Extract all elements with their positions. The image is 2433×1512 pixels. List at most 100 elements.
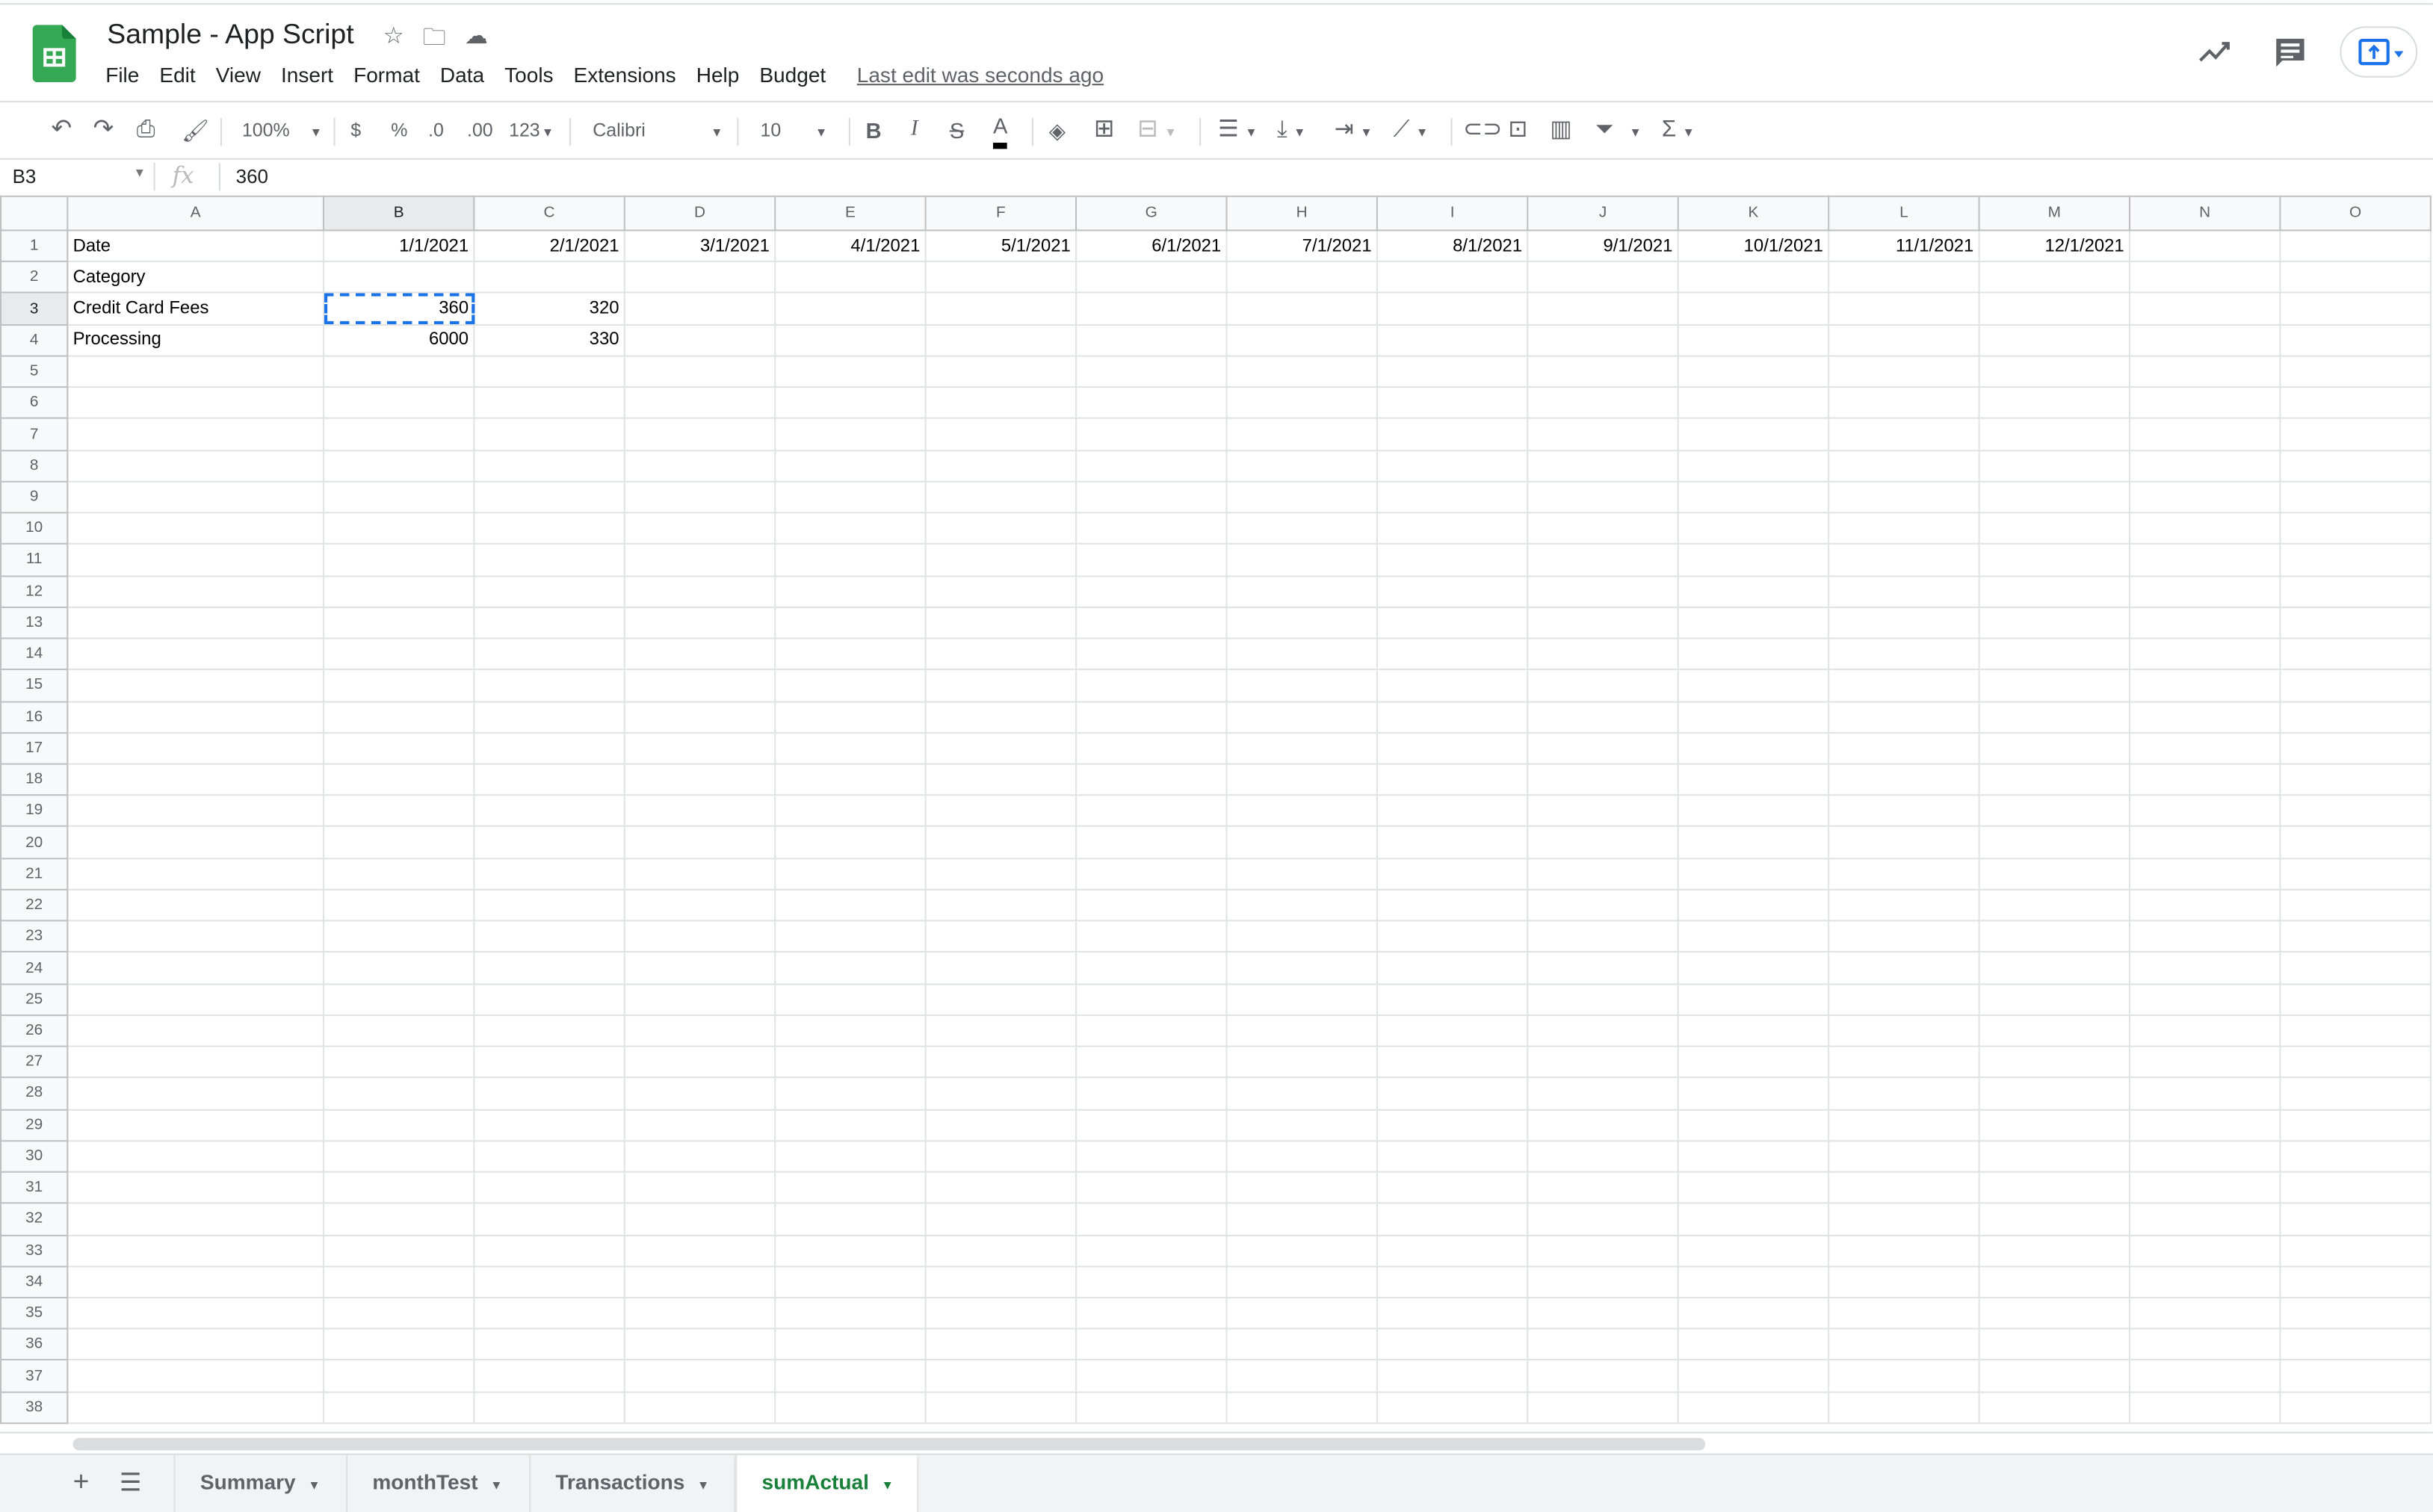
cell-j28[interactable] [1527,1076,1679,1110]
increase-decimal-button[interactable]: .00 [467,108,493,152]
cell-o24[interactable] [2279,951,2432,985]
cell-c9[interactable] [473,480,625,514]
cell-b30[interactable] [322,1139,475,1173]
row-header-24[interactable]: 24 [0,951,69,985]
cell-a7[interactable] [67,418,324,451]
cell-d8[interactable] [623,449,776,483]
cell-j3[interactable] [1527,292,1679,326]
cell-m3[interactable] [1978,292,2131,326]
cell-e38[interactable] [774,1390,927,1425]
cell-j35[interactable] [1527,1296,1679,1330]
cell-i14[interactable] [1376,637,1529,671]
cell-k10[interactable] [1677,512,1830,545]
cell-b6[interactable] [322,386,475,420]
cell-k36[interactable] [1677,1327,1830,1362]
row-header-26[interactable]: 26 [0,1014,69,1047]
cell-c8[interactable] [473,449,625,483]
cell-e4[interactable] [774,323,927,357]
cell-f10[interactable] [924,512,1078,545]
cell-e15[interactable] [774,669,927,702]
cell-c13[interactable] [473,606,625,639]
cell-n6[interactable] [2128,386,2281,420]
cell-h26[interactable] [1225,1014,1378,1047]
cell-k5[interactable] [1677,355,1830,388]
cell-g12[interactable] [1075,574,1228,608]
cell-i19[interactable] [1376,794,1529,828]
cell-n22[interactable] [2128,888,2281,922]
cell-e35[interactable] [774,1296,927,1330]
cell-e21[interactable] [774,857,927,890]
cell-d7[interactable] [623,418,776,451]
cell-m34[interactable] [1978,1265,2131,1298]
currency-format-button[interactable]: $ [350,108,361,152]
cell-a26[interactable] [67,1014,324,1047]
cell-l31[interactable] [1828,1171,1980,1204]
cell-d24[interactable] [623,951,776,985]
cell-a3[interactable]: Credit Card Fees [67,292,324,326]
cell-j37[interactable] [1527,1359,1679,1393]
cell-n20[interactable] [2128,825,2281,859]
cell-n11[interactable] [2128,543,2281,577]
cell-m23[interactable] [1978,920,2131,953]
cell-i21[interactable] [1376,857,1529,890]
cell-e23[interactable] [774,920,927,953]
cell-a28[interactable] [67,1076,324,1110]
cell-j22[interactable] [1527,888,1679,922]
cell-b24[interactable] [322,951,475,985]
cell-b27[interactable] [322,1045,475,1079]
cell-a33[interactable] [67,1233,324,1267]
cell-l28[interactable] [1828,1076,1980,1110]
cell-b17[interactable] [322,731,475,765]
move-folder-icon[interactable]: 🗀 [423,22,446,61]
cell-c30[interactable] [473,1139,625,1173]
cell-o20[interactable] [2279,825,2432,859]
name-box[interactable]: B3 [13,166,37,188]
cell-f8[interactable] [924,449,1078,483]
cell-j18[interactable] [1527,763,1679,796]
cell-n32[interactable] [2128,1202,2281,1236]
cell-n34[interactable] [2128,1265,2281,1298]
cell-j29[interactable] [1527,1108,1679,1141]
cell-d10[interactable] [623,512,776,545]
cell-c36[interactable] [473,1327,625,1362]
cell-n16[interactable] [2128,700,2281,734]
cell-a18[interactable] [67,763,324,796]
cell-c20[interactable] [473,825,625,859]
cell-b18[interactable] [322,763,475,796]
cell-o36[interactable] [2279,1327,2432,1362]
cell-c33[interactable] [473,1233,625,1267]
cell-n18[interactable] [2128,763,2281,796]
cell-f25[interactable] [924,982,1078,1016]
cell-f23[interactable] [924,920,1078,953]
strikethrough-button[interactable]: S [950,108,964,152]
cell-c32[interactable] [473,1202,625,1236]
cell-m37[interactable] [1978,1359,2131,1393]
cell-g8[interactable] [1075,449,1228,483]
cell-h13[interactable] [1225,606,1378,639]
functions-button[interactable]: Σ ▼ [1662,108,1695,152]
cell-h7[interactable] [1225,418,1378,451]
cell-m13[interactable] [1978,606,2131,639]
cell-d9[interactable] [623,480,776,514]
cell-c31[interactable] [473,1171,625,1204]
cell-o38[interactable] [2279,1390,2432,1425]
cell-b26[interactable] [322,1014,475,1047]
cell-e11[interactable] [774,543,927,577]
cell-l15[interactable] [1828,669,1980,702]
cell-n14[interactable] [2128,637,2281,671]
menu-data[interactable]: Data [440,63,484,87]
cell-e12[interactable] [774,574,927,608]
cell-o6[interactable] [2279,386,2432,420]
row-header-34[interactable]: 34 [0,1265,69,1298]
cell-l9[interactable] [1828,480,1980,514]
row-header-15[interactable]: 15 [0,669,69,702]
cell-j20[interactable] [1527,825,1679,859]
cell-i8[interactable] [1376,449,1529,483]
cell-a29[interactable] [67,1108,324,1141]
column-header-l[interactable]: L [1828,195,1980,232]
cell-l20[interactable] [1828,825,1980,859]
row-header-11[interactable]: 11 [0,543,69,577]
column-header-k[interactable]: K [1677,195,1830,232]
cell-c26[interactable] [473,1014,625,1047]
cell-k30[interactable] [1677,1139,1830,1173]
